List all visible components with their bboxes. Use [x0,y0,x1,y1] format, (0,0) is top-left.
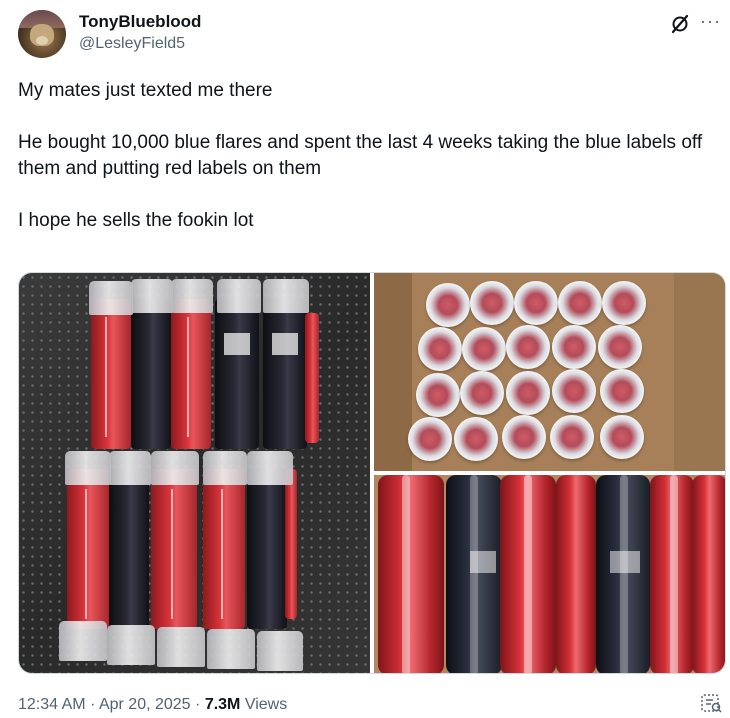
tweet-text: My mates just texted me there He bought … [18,78,718,234]
tweet-header: TonyBlueblood @LesleyField5 ··· [18,10,721,62]
author-display-name[interactable]: TonyBlueblood [79,12,201,32]
analytics-icon[interactable] [700,692,722,714]
meta-separator: · [195,696,201,713]
tweet-time[interactable]: 12:34 AM [18,696,86,713]
grok-icon[interactable] [670,14,690,34]
meta-separator: · [90,696,96,713]
tweet-line: I hope he sells the fookin lot [18,210,254,231]
tweet-date[interactable]: Apr 20, 2025 [99,696,191,713]
media-grid [18,272,726,674]
photo-flares-in-box-top-view[interactable] [374,273,725,471]
tweet-line: My mates just texted me there [18,80,273,101]
tweet-meta: 12:34 AM · Apr 20, 2025 · 7.3M Views [18,696,287,714]
more-icon[interactable]: ··· [700,10,721,32]
views-label: Views [244,696,288,713]
avatar[interactable] [18,10,66,58]
views-count: 7.3M [204,696,241,713]
tweet-line: He bought 10,000 blue flares and spent t… [18,132,703,179]
author-handle[interactable]: @LesleyField5 [79,35,185,53]
photo-flares-car-seat[interactable] [19,273,370,673]
photo-flares-shrink-wrapped[interactable] [374,475,725,673]
